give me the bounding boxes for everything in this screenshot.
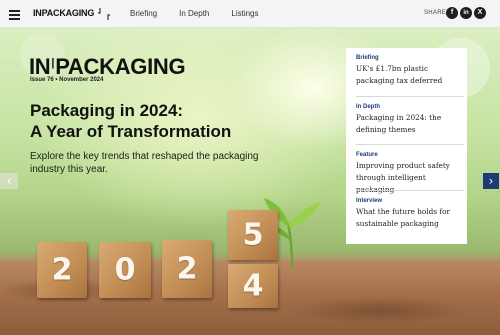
top-navigation-bar: INPACKAGING Briefing In Depth Listings S… — [0, 0, 500, 28]
menu-icon[interactable] — [9, 10, 20, 20]
wooden-block: 5 — [228, 210, 278, 260]
wooden-block: 0 — [99, 242, 151, 298]
nav-listings[interactable]: Listings — [231, 9, 258, 18]
facebook-icon[interactable]: f — [446, 7, 458, 19]
list-item[interactable]: Feature Improving product safety through… — [356, 144, 464, 196]
hero-headline[interactable]: Packaging in 2024: A Year of Transformati… — [30, 100, 290, 142]
wooden-block: 2 — [162, 240, 212, 298]
nav-briefing[interactable]: Briefing — [130, 9, 157, 18]
list-item[interactable]: Interview What the future holds for sust… — [356, 190, 464, 230]
x-icon[interactable]: X — [474, 7, 486, 19]
article-category: Interview — [356, 198, 383, 204]
featured-articles-panel: Briefing UK's £1.7bn plastic packaging t… — [346, 48, 467, 244]
article-category: Feature — [356, 152, 378, 158]
carousel-prev-button[interactable]: ‹ — [0, 173, 18, 189]
corner-bracket-icon — [98, 8, 110, 20]
linkedin-icon[interactable]: in — [460, 7, 472, 19]
carousel-next-button[interactable]: › — [483, 173, 499, 189]
share-label: SHARE — [424, 10, 447, 16]
issue-info: Issue 76 • November 2024 — [30, 77, 104, 83]
list-item[interactable]: Briefing UK's £1.7bn plastic packaging t… — [356, 48, 464, 87]
article-title[interactable]: What the future holds for sustainable pa… — [356, 206, 464, 230]
site-logo[interactable]: INPACKAGING — [33, 8, 94, 18]
article-title[interactable]: UK's £1.7bn plastic packaging tax deferr… — [356, 63, 464, 87]
main-nav: Briefing In Depth Listings — [130, 9, 259, 18]
article-category: Briefing — [356, 55, 379, 61]
nav-in-depth[interactable]: In Depth — [179, 9, 209, 18]
hero-subtitle: Explore the key trends that reshaped the… — [30, 151, 259, 175]
wooden-block: 2 — [37, 242, 87, 298]
wooden-block: 4 — [228, 264, 278, 308]
article-category: In Depth — [356, 104, 380, 110]
list-item[interactable]: In Depth Packaging in 2024: the defining… — [356, 96, 464, 136]
article-title[interactable]: Packaging in 2024: the defining themes — [356, 112, 464, 136]
